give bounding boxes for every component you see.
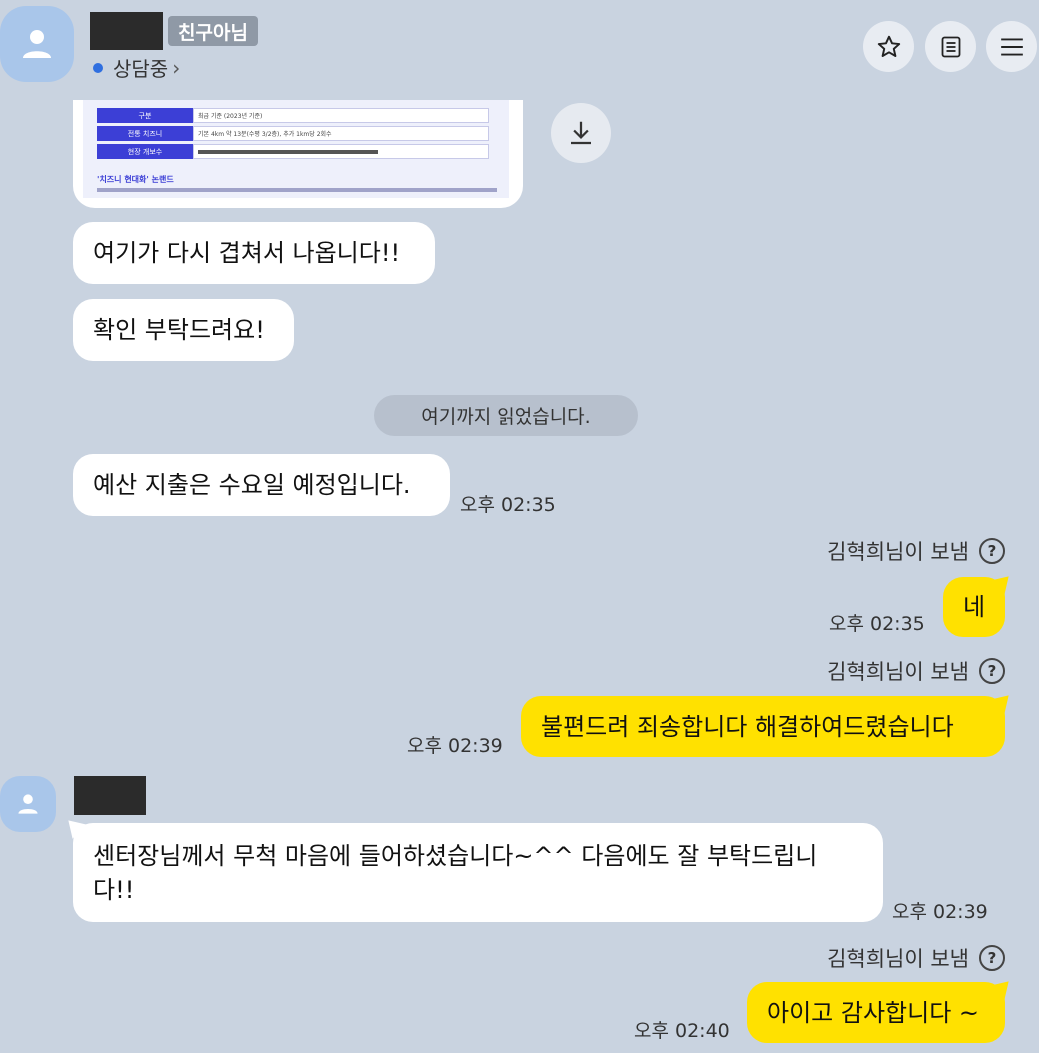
favorite-button[interactable]: [863, 21, 914, 72]
consult-status[interactable]: 상담중 ›: [93, 53, 180, 82]
outgoing-message[interactable]: 네: [943, 577, 1005, 637]
outgoing-message[interactable]: 아이고 감사합니다 ~: [747, 982, 1005, 1043]
message-time: 오후 02:35: [460, 494, 556, 516]
doc-row: 구분 최급 기준 (2023년 기준): [97, 108, 489, 123]
help-icon[interactable]: ?: [979, 538, 1005, 564]
doc-cell-label: 전통 치즈니: [97, 126, 193, 141]
sender-label: 김혁희님이 보냄 ?: [827, 943, 1005, 973]
image-attachment[interactable]: 구분 최급 기준 (2023년 기준) 전통 치즈니 기본 4km 약 13분(…: [73, 90, 523, 208]
sender-avatar[interactable]: [0, 776, 56, 832]
message-time: 오후 02:40: [634, 1020, 730, 1042]
person-icon: [23, 30, 51, 58]
incoming-message[interactable]: 예산 지출은 수요일 예정입니다.: [73, 454, 450, 516]
status-text: 상담중: [113, 57, 169, 81]
chevron-right-icon: ›: [172, 55, 181, 80]
doc-cell-label: 구분: [97, 108, 193, 123]
message-time: 오후 02:39: [892, 901, 988, 923]
sender-name: 김혁희님이 보냄: [827, 947, 969, 971]
doc-row: 전통 치즈니 기본 4km 약 13분(수평 3/2층), 추가 1km당 2회…: [97, 126, 489, 141]
message-time: 오후 02:39: [407, 735, 503, 757]
message-line: 다!!: [93, 875, 135, 904]
redacted-sender-name: [74, 776, 146, 815]
download-icon: [571, 121, 591, 145]
doc-cell-text: 최급 기준 (2023년 기준): [193, 108, 489, 123]
status-dot: [93, 62, 103, 73]
profile-avatar[interactable]: [0, 6, 74, 82]
read-divider: 여기까지 읽었습니다.: [374, 395, 638, 436]
message-line: 센터장님께서 무척 마음에 들어하셨습니다~^^ 다음에도 잘 부탁드립니: [93, 841, 818, 870]
message-time: 오후 02:35: [829, 613, 925, 635]
download-button[interactable]: [551, 103, 611, 163]
menu-button[interactable]: [986, 21, 1037, 72]
sender-name: 김혁희님이 보냄: [827, 540, 969, 564]
help-icon[interactable]: ?: [979, 658, 1005, 684]
doc-cell-label: 현장 개보수: [97, 144, 193, 159]
sender-label: 김혁희님이 보냄 ?: [827, 656, 1005, 686]
list-icon: [941, 36, 960, 57]
outgoing-message[interactable]: 불편드려 죄송합니다 해결하여드렸습니다: [521, 696, 1005, 757]
doc-section-title: '치즈니 현대화' 논랜드: [97, 175, 174, 184]
incoming-message[interactable]: 여기가 다시 겹쳐서 나옵니다!!: [73, 222, 435, 284]
sender-label: 김혁희님이 보냄 ?: [827, 536, 1005, 566]
friend-status-badge: 친구아님: [168, 16, 258, 46]
doc-cell-text: 기본 4km 약 13분(수평 3/2층), 추가 1km당 2회수: [193, 126, 489, 141]
doc-row: 현장 개보수: [97, 144, 489, 159]
incoming-message[interactable]: 확인 부탁드려요!: [73, 299, 294, 361]
person-icon: [18, 794, 38, 814]
redacted-name[interactable]: [90, 12, 163, 50]
sender-name: 김혁희님이 보냄: [827, 660, 969, 684]
menu-icon: [1000, 37, 1023, 56]
doc-cell-text: [193, 144, 489, 159]
help-icon[interactable]: ?: [979, 945, 1005, 971]
incoming-message[interactable]: 센터장님께서 무척 마음에 들어하셨습니다~^^ 다음에도 잘 부탁드립니 다!…: [73, 823, 883, 922]
document-preview: 구분 최급 기준 (2023년 기준) 전통 치즈니 기본 4km 약 13분(…: [83, 90, 509, 198]
chat-header: 친구아님 상담중 ›: [0, 0, 1039, 100]
doc-text-line: [97, 188, 497, 192]
star-icon: [877, 35, 900, 57]
notes-button[interactable]: [925, 21, 976, 72]
